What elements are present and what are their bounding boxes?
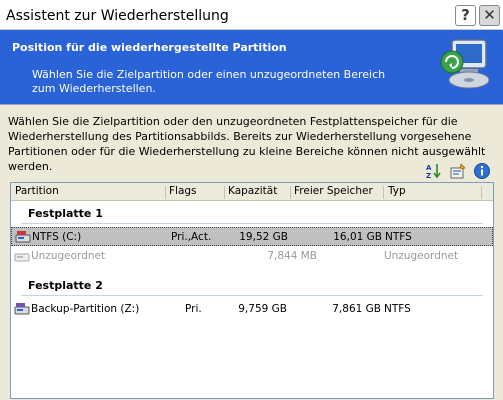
column-free-space[interactable]: Freier Speicher	[294, 185, 373, 197]
header-subtitle: Wählen Sie die Zielpartition oder einen …	[32, 68, 386, 95]
sort-icon[interactable]: A Z	[425, 162, 443, 180]
window-title: Assistent zur Wiederherstellung	[6, 8, 229, 24]
column-divider[interactable]	[383, 186, 384, 199]
properties-icon[interactable]	[449, 162, 467, 180]
partition-name: Backup-Partition (Z:)	[31, 303, 140, 315]
group-divider	[21, 223, 483, 224]
info-icon[interactable]	[473, 162, 491, 180]
group-divider	[21, 295, 483, 296]
list-header: Partition Flags Kapazität Freier Speiche…	[11, 183, 493, 201]
unallocated-disk-icon	[14, 253, 30, 262]
partition-free: 16,01 GB	[333, 231, 382, 243]
partition-name: Unzugeordnet	[31, 250, 106, 262]
partition-type: Unzugeordnet	[384, 250, 459, 262]
header-title: Position für die wiederhergestellte Part…	[12, 41, 287, 54]
column-capacity[interactable]: Kapazität	[228, 185, 277, 197]
partition-type: NTFS	[384, 303, 411, 315]
partition-disk-icon	[14, 303, 30, 315]
svg-text:Z: Z	[426, 172, 431, 180]
partition-name: NTFS (C:)	[32, 231, 82, 243]
column-divider[interactable]	[224, 186, 225, 199]
table-row[interactable]: NTFS (C:) Pri.,Act. 19,52 GB 16,01 GB NT…	[11, 227, 493, 246]
column-partition[interactable]: Partition	[15, 185, 59, 197]
help-button[interactable]: ?	[455, 5, 476, 26]
backup-restore-computer-icon	[440, 39, 490, 89]
partition-free: 7,861 GB	[332, 303, 381, 315]
partition-list[interactable]: Partition Flags Kapazität Freier Speiche…	[10, 182, 494, 399]
partition-capacity: 19,52 GB	[239, 231, 288, 243]
column-divider[interactable]	[165, 186, 166, 199]
partition-type: NTFS	[385, 231, 412, 243]
table-row: Unzugeordnet 7,844 MB Unzugeordnet	[11, 247, 493, 266]
column-divider[interactable]	[481, 186, 482, 199]
wizard-body: Wählen Sie die Zielpartition oder den un…	[0, 104, 503, 400]
partition-capacity: 9,759 GB	[238, 303, 287, 315]
column-divider[interactable]	[290, 186, 291, 199]
title-bar: Assistent zur Wiederherstellung ? ✕	[0, 0, 503, 30]
svg-text:A: A	[426, 164, 432, 172]
close-button[interactable]: ✕	[479, 5, 500, 26]
wizard-header: Position für die wiederhergestellte Part…	[0, 30, 503, 104]
column-type[interactable]: Typ	[388, 185, 406, 197]
partition-capacity: 7,844 MB	[267, 250, 317, 262]
column-flags[interactable]: Flags	[169, 185, 197, 197]
partition-disk-icon	[15, 231, 31, 243]
partition-flags: Pri.	[185, 303, 202, 315]
disk-group-label: Festplatte 1	[28, 207, 103, 220]
partition-flags: Pri.,Act.	[171, 231, 212, 243]
table-row[interactable]: Backup-Partition (Z:) Pri. 9,759 GB 7,86…	[11, 300, 493, 319]
disk-group-label: Festplatte 2	[28, 279, 103, 292]
